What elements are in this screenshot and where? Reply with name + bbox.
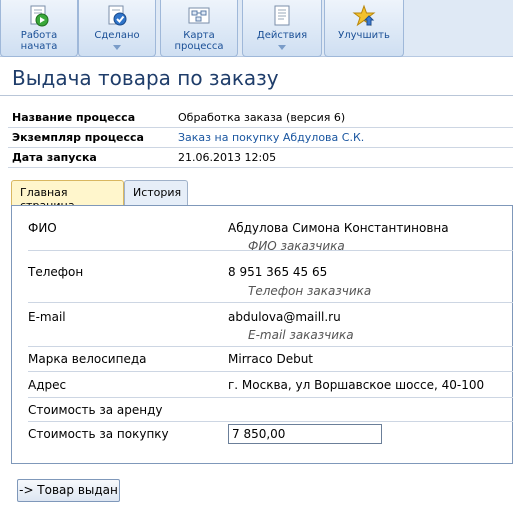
work-started-label: Работа начата [20,30,58,52]
phone-label: Телефон [28,265,84,279]
process-instance-row: Экземпляр процесса Заказ на покупку Абду… [8,128,513,148]
process-name-value: Обработка заказа (версия 6) [178,111,346,124]
main-page-panel: ФИО Абдулова Симона Константиновна ФИО з… [11,205,513,464]
process-instance-link[interactable]: Заказ на покупку Абдулова С.К. [178,131,364,144]
phone-value: 8 951 365 45 65 [228,265,328,279]
process-name-label: Название процесса [12,111,136,124]
chevron-down-icon [278,45,286,50]
check-document-icon [108,5,127,26]
purchase-price-label: Стоимость за покупку [28,427,169,441]
purchase-price-row: Стоимость за покупку [28,422,513,452]
chevron-down-icon [113,45,121,50]
done-label: Сделано [94,30,140,41]
toolbar: Работа начата Сделано Карта процесса Дей… [0,0,513,57]
purchase-price-input[interactable] [228,424,382,444]
fio-label: ФИО [28,221,57,235]
rent-price-label: Стоимость за аренду [28,403,163,417]
fio-row: ФИО Абдулова Симона Константиновна ФИО з… [28,206,513,253]
process-map-button[interactable]: Карта процесса [160,0,238,57]
bike-brand-value: Mirraco Debut [228,352,314,366]
page-title: Выдача товара по заказу [12,66,279,90]
rent-price-row: Стоимость за аренду [28,398,513,422]
address-label: Адрес [28,378,67,392]
done-menu-button[interactable]: Сделано [78,0,156,57]
process-map-label: Карта процесса [174,30,224,52]
bike-brand-label: Марка велосипеда [28,352,147,366]
start-date-value: 21.06.2013 12:05 [178,151,277,164]
improve-button[interactable]: Улучшить [324,0,404,57]
improve-label: Улучшить [338,30,390,41]
play-document-icon [30,5,49,27]
item-issued-button[interactable]: -> Товар выдан [17,479,120,502]
address-row: Адрес г. Москва, ул Воршавское шоссе, 40… [28,372,513,398]
work-started-button[interactable]: Работа начата [0,0,78,57]
phone-row: Телефон 8 951 365 45 65 Телефон заказчик… [28,251,513,303]
title-divider [0,95,513,96]
tab-main-page[interactable]: Главная страница [11,180,124,212]
process-instance-label: Экземпляр процесса [12,131,144,144]
fio-value: Абдулова Симона Константиновна [228,221,449,235]
actions-menu-button[interactable]: Действия [242,0,322,57]
actions-label: Действия [256,30,308,41]
email-label: E-mail [28,310,66,324]
start-date-label: Дата запуска [12,151,97,164]
email-row: E-mail abdulova@maill.ru E-mail заказчик… [28,303,513,347]
bike-brand-row: Марка велосипеда Mirraco Debut [28,347,513,372]
improve-star-icon [352,4,376,27]
process-name-row: Название процесса Обработка заказа (верс… [8,108,513,128]
email-hint: E-mail заказчика [248,328,354,342]
phone-hint: Телефон заказчика [248,284,372,298]
process-map-icon [188,7,210,24]
address-value: г. Москва, ул Воршавское шоссе, 40-100 [228,378,485,392]
email-value: abdulova@maill.ru [228,310,341,324]
tab-history[interactable]: История [124,180,188,205]
actions-document-icon [274,5,290,26]
start-date-row: Дата запуска 21.06.2013 12:05 [8,148,513,168]
